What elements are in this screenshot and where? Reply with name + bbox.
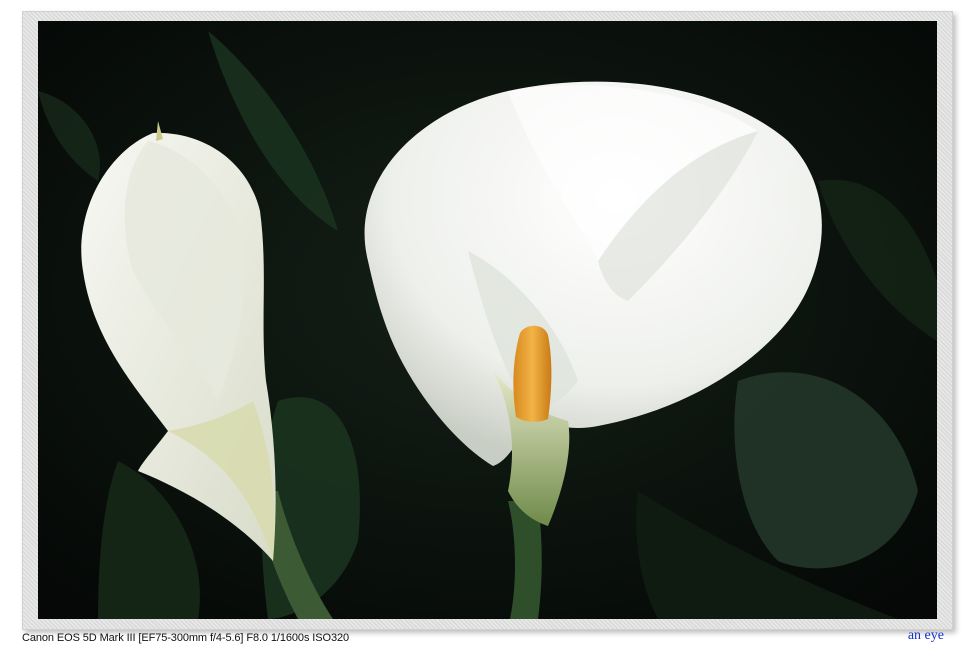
exif-caption: Canon EOS 5D Mark III [EF75-300mm f/4-5.… [22, 632, 350, 644]
signature: an eye [907, 628, 944, 643]
photo [38, 21, 937, 619]
spadix [513, 325, 552, 422]
calla-lily-photo [38, 21, 937, 619]
